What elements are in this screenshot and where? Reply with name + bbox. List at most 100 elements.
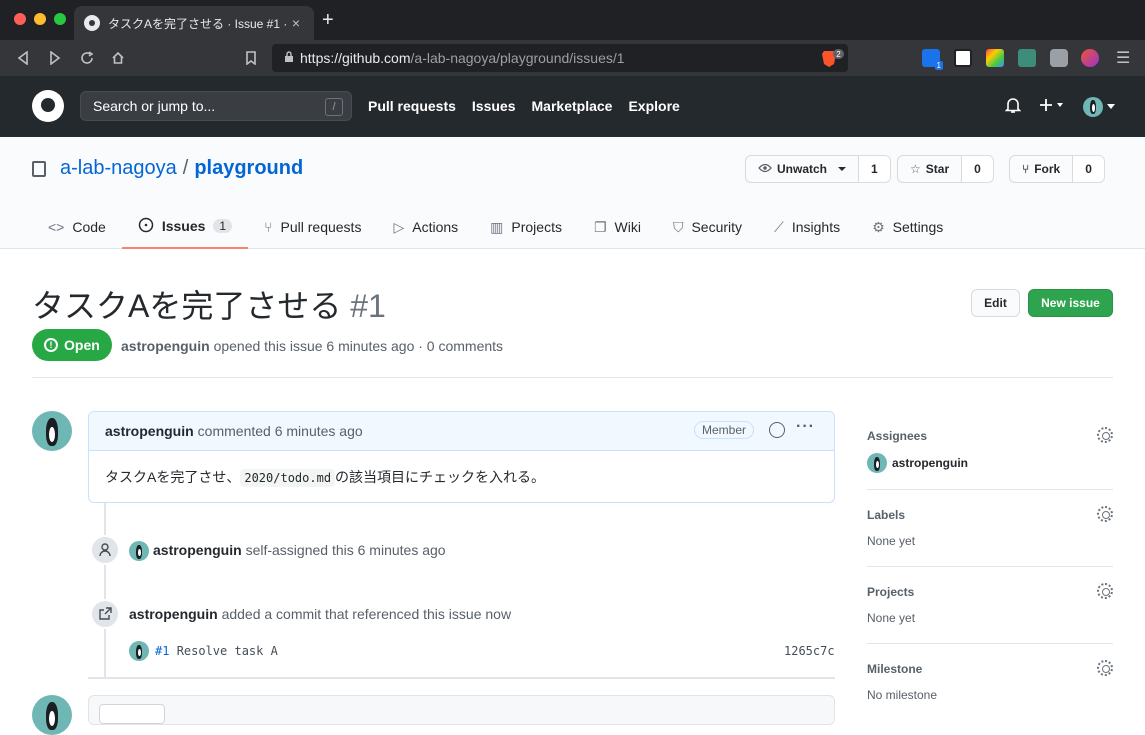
profile-avatar[interactable] xyxy=(1081,49,1099,67)
issue-number: #1 xyxy=(350,288,386,324)
star-icon: ☆ xyxy=(910,162,921,176)
github-logo-icon[interactable] xyxy=(32,90,64,122)
assignee-avatar xyxy=(867,453,887,473)
star-button[interactable]: ☆ Star xyxy=(897,155,963,183)
milestone-heading[interactable]: Milestone xyxy=(867,662,1113,676)
notifications-bell-icon[interactable] xyxy=(1004,96,1022,117)
tab-pull-requests[interactable]: ⑂ Pull requests xyxy=(248,205,377,249)
commit-author-avatar[interactable] xyxy=(129,641,149,661)
milestone-gear-icon[interactable] xyxy=(1097,660,1113,676)
extensions-puzzle-icon[interactable] xyxy=(1050,49,1068,67)
nav-issues[interactable]: Issues xyxy=(472,98,516,114)
state-label: Open xyxy=(64,337,100,353)
forward-icon[interactable] xyxy=(44,47,66,69)
assignees-gear-icon[interactable] xyxy=(1097,427,1113,443)
comment-options-kebab-icon[interactable]: ··· xyxy=(796,418,815,436)
back-icon[interactable] xyxy=(12,47,34,69)
commit-issue-link[interactable]: #1 xyxy=(155,644,169,658)
tab-projects[interactable]: ▥ Projects xyxy=(474,205,578,249)
watch-count[interactable]: 1 xyxy=(859,155,891,183)
bitwarden-extension-icon[interactable]: 1 xyxy=(922,49,943,70)
url-path: /a-lab-nagoya/playground/issues/1 xyxy=(410,50,625,66)
sidebar-milestone: Milestone No milestone xyxy=(867,660,1113,702)
tab-insights[interactable]: ⟋ Insights xyxy=(758,205,856,249)
new-comment-avatar[interactable] xyxy=(32,695,72,735)
header-actions xyxy=(1004,96,1115,117)
assign-actor-link[interactable]: astropenguin xyxy=(153,542,242,558)
nav-pull-requests[interactable]: Pull requests xyxy=(368,98,456,114)
chevron-down-icon xyxy=(838,166,847,171)
assign-actor-avatar[interactable] xyxy=(129,541,149,561)
reload-icon[interactable] xyxy=(76,47,98,69)
fork-button[interactable]: ⑂ Fork xyxy=(1009,155,1074,183)
labels-heading[interactable]: Labels xyxy=(867,508,1113,522)
search-input[interactable]: Search or jump to... / xyxy=(80,91,352,121)
browser-toolbar: https://github.com/a-lab-nagoya/playgrou… xyxy=(0,40,1145,76)
star-count[interactable]: 0 xyxy=(962,155,994,183)
star-group: ☆ Star 0 xyxy=(897,155,994,183)
project-icon: ▥ xyxy=(490,218,504,235)
browser-menu-icon[interactable]: ☰ xyxy=(1116,48,1130,68)
brave-shields-icon[interactable]: 2 xyxy=(822,49,844,67)
tab-code[interactable]: <> Code xyxy=(32,205,122,249)
minimize-window-button[interactable] xyxy=(34,13,46,25)
divider xyxy=(32,377,1113,378)
fork-count[interactable]: 0 xyxy=(1073,155,1105,183)
tab-label: Issues xyxy=(161,218,206,234)
tab-wiki[interactable]: ❐ Wiki xyxy=(578,205,657,249)
unwatch-button[interactable]: Unwatch xyxy=(745,155,860,183)
nav-marketplace[interactable]: Marketplace xyxy=(532,98,613,114)
projects-gear-icon[interactable] xyxy=(1097,583,1113,599)
tab-issues[interactable]: Issues 1 xyxy=(121,205,249,249)
bookmark-icon[interactable] xyxy=(240,47,262,69)
code-icon: <> xyxy=(48,219,65,235)
search-shortcut-key: / xyxy=(325,98,343,116)
home-icon[interactable] xyxy=(107,47,129,69)
issue-author-link[interactable]: astropenguin xyxy=(121,338,210,354)
repo-owner-link[interactable]: a-lab-nagoya xyxy=(60,157,177,180)
tab-security[interactable]: ⛉ Security xyxy=(657,205,758,249)
issues-counter: 1 xyxy=(213,219,233,233)
comment-author-link[interactable]: astropenguin xyxy=(105,423,194,439)
tab-label: Actions xyxy=(412,219,459,235)
comment-author-avatar[interactable] xyxy=(32,411,72,451)
tab-settings[interactable]: ⚙ Settings xyxy=(856,205,959,249)
comment-timestamp[interactable]: commented 6 minutes ago xyxy=(198,423,363,439)
address-bar[interactable]: https://github.com/a-lab-nagoya/playgrou… xyxy=(272,44,848,72)
url-host: https://github.com xyxy=(300,50,411,66)
user-avatar-menu[interactable] xyxy=(1083,96,1115,117)
commit-message-text[interactable]: Resolve task A xyxy=(177,644,278,658)
close-window-button[interactable] xyxy=(14,13,26,25)
projects-heading[interactable]: Projects xyxy=(867,585,1113,599)
tab-label: Pull requests xyxy=(280,219,362,235)
edit-title-button[interactable]: Edit xyxy=(971,289,1020,317)
s-extension-icon[interactable] xyxy=(1018,49,1036,67)
ref-actor-link[interactable]: astropenguin xyxy=(129,606,218,622)
color-extension-icon[interactable] xyxy=(986,49,1004,67)
tab-close-icon[interactable]: × xyxy=(288,15,304,31)
repo-icon xyxy=(32,160,46,177)
nav-explore[interactable]: Explore xyxy=(628,98,679,114)
browser-tab[interactable]: タスクAを完了させる · Issue #1 · × xyxy=(74,6,314,40)
commit-sha-link[interactable]: 1265c7c xyxy=(784,644,835,658)
issue-opened-icon: ! xyxy=(44,338,58,352)
create-new-plus-icon[interactable] xyxy=(1039,98,1065,115)
new-comment-form xyxy=(88,695,835,725)
repo-name-link[interactable]: playground xyxy=(194,157,303,180)
maximize-window-button[interactable] xyxy=(54,13,66,25)
comment-header: astropenguin commented 6 minutes ago Mem… xyxy=(89,412,834,451)
notion-extension-icon[interactable] xyxy=(954,49,972,67)
new-issue-button[interactable]: New issue xyxy=(1028,289,1113,317)
labels-value: None yet xyxy=(867,534,916,548)
issue-meta: astropenguin opened this issue 6 minutes… xyxy=(121,338,503,354)
add-reaction-smiley-icon[interactable] xyxy=(769,422,785,438)
comment-text-after: の該当項目にチェックを入れる。 xyxy=(335,469,546,485)
tab-actions[interactable]: ▷ Actions xyxy=(377,205,474,249)
tab-label: Security xyxy=(691,219,743,235)
tab-label: Settings xyxy=(892,219,944,235)
new-tab-button[interactable]: + xyxy=(322,10,334,30)
assignee-item[interactable]: astropenguin xyxy=(867,453,1113,473)
write-tab[interactable] xyxy=(99,704,165,724)
labels-gear-icon[interactable] xyxy=(1097,506,1113,522)
assignees-heading[interactable]: Assignees xyxy=(867,429,1113,443)
